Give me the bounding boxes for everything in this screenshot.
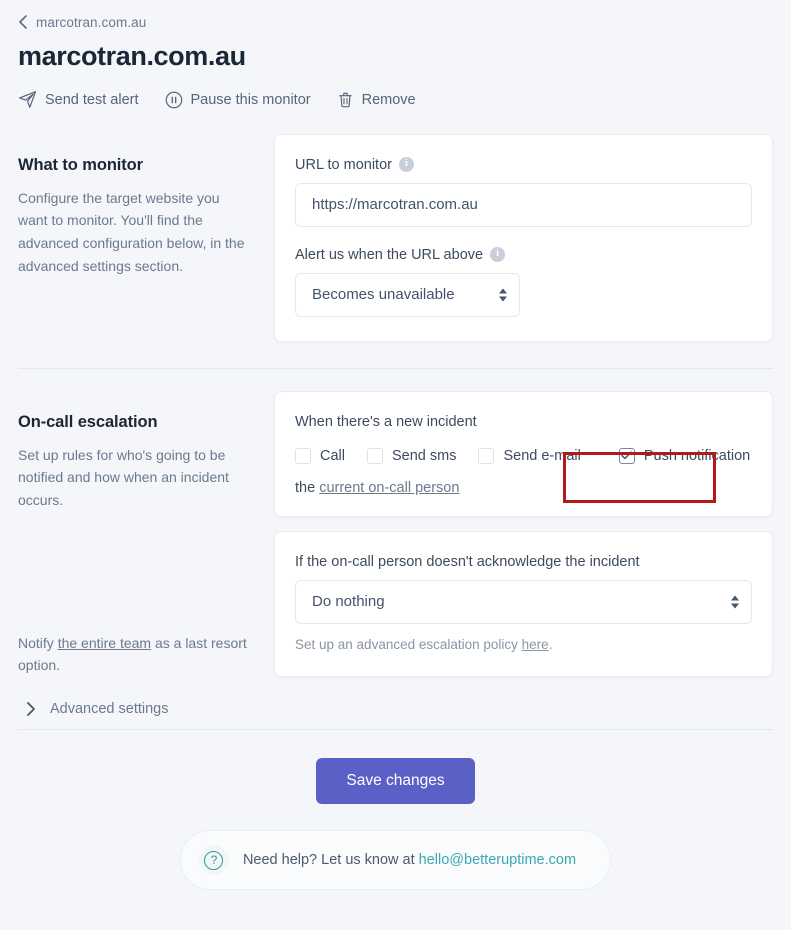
what-to-monitor-card: URL to monitor i Alert us when the URL a…: [274, 133, 773, 342]
save-button-wrap: Save changes: [18, 758, 773, 805]
on-call-title: On-call escalation: [18, 412, 158, 431]
acknowledge-card: If the on-call person doesn't acknowledg…: [274, 530, 773, 677]
save-changes-button[interactable]: Save changes: [316, 758, 475, 805]
remove-monitor-button[interactable]: Remove: [337, 91, 416, 109]
send-test-alert-button[interactable]: Send test alert: [18, 90, 139, 109]
trash-icon: [337, 91, 354, 109]
on-call-description: Set up rules for who's going to be notif…: [18, 446, 229, 509]
checkbox-send-email[interactable]: [478, 447, 495, 464]
support-email-link[interactable]: hello@betteruptime.com: [419, 852, 576, 868]
send-test-alert-label: Send test alert: [45, 91, 139, 108]
on-call-target-line: the current on-call person: [295, 480, 752, 496]
pause-circle-icon: [165, 91, 183, 109]
pause-monitor-label: Pause this monitor: [190, 91, 311, 108]
channel-push-notification[interactable]: Push notification: [618, 442, 751, 470]
channel-send-sms[interactable]: Send sms: [366, 442, 457, 470]
checkbox-call[interactable]: [295, 447, 311, 464]
notification-channels: Call Send sms Send e-mail Push notificat…: [295, 442, 752, 470]
chevron-left-icon[interactable]: [18, 15, 28, 29]
channel-call[interactable]: Call: [295, 442, 345, 470]
alert-condition-select[interactable]: Becomes unavailable: [295, 272, 520, 317]
checkbox-push-notification[interactable]: [618, 447, 635, 464]
send-icon: [18, 90, 37, 109]
url-field-label: URL to monitor: [295, 156, 392, 173]
channel-send-email[interactable]: Send e-mail: [478, 442, 581, 470]
on-call-info: On-call escalation Set up rules for who'…: [18, 391, 274, 677]
entire-team-link[interactable]: the entire team: [58, 635, 151, 651]
breadcrumb-label[interactable]: marcotran.com.au: [36, 15, 146, 30]
breadcrumb[interactable]: marcotran.com.au: [18, 0, 773, 30]
url-field-label-row: URL to monitor i: [295, 157, 752, 173]
new-incident-card: When there's a new incident Call Send sm…: [274, 390, 773, 517]
help-footer-wrap: ? Need help? Let us know at hello@better…: [18, 830, 773, 891]
page-root: marcotran.com.au marcotran.com.au Send t…: [0, 0, 791, 891]
section-divider: [18, 367, 773, 369]
help-text: Need help? Let us know at: [242, 852, 419, 869]
channel-send-email-label: Send e-mail: [503, 447, 581, 464]
section-what-to-monitor: What to monitor Configure the target web…: [18, 133, 773, 342]
advanced-divider: [18, 729, 773, 731]
help-footer: ? Need help? Let us know at hello@better…: [179, 830, 612, 891]
remove-monitor-label: Remove: [361, 91, 416, 108]
alert-condition-value[interactable]: Becomes unavailable: [295, 272, 520, 317]
on-call-cards: When there's a new incident Call Send sm…: [274, 390, 773, 677]
acknowledge-label-row: If the on-call person doesn't acknowledg…: [295, 554, 752, 570]
acknowledge-select[interactable]: Do nothing: [295, 579, 752, 624]
escalation-policy-link[interactable]: here: [522, 637, 549, 652]
channel-push-notification-label: Push notification: [643, 447, 751, 464]
alert-select-label: Alert us when the URL above: [295, 246, 484, 263]
pause-monitor-button[interactable]: Pause this monitor: [165, 91, 311, 109]
question-circle-icon: ?: [198, 845, 229, 876]
info-icon[interactable]: i: [398, 157, 414, 173]
what-to-monitor-description: Configure the target website you want to…: [18, 189, 245, 274]
page-title: marcotran.com.au: [18, 41, 246, 71]
help-text-row: Need help? Let us know at hello@betterup…: [243, 852, 576, 868]
advanced-settings-label: Advanced settings: [50, 701, 169, 718]
escalation-policy-suffix: .: [548, 636, 553, 652]
channel-call-label: Call: [320, 447, 345, 464]
escalation-policy-prefix: Set up an advanced escalation policy: [295, 636, 522, 652]
url-input[interactable]: [295, 182, 752, 227]
channel-send-sms-label: Send sms: [391, 447, 457, 464]
alert-select-label-row: Alert us when the URL above i: [295, 247, 752, 263]
acknowledge-select-value[interactable]: Do nothing: [295, 579, 752, 624]
on-call-target-prefix: the: [295, 479, 320, 496]
entire-team-note-prefix: Notify: [18, 634, 58, 651]
new-incident-label: When there's a new incident: [295, 413, 477, 430]
advanced-settings-toggle[interactable]: Advanced settings: [18, 701, 773, 717]
what-to-monitor-title: What to monitor: [18, 155, 143, 174]
info-icon[interactable]: i: [490, 247, 506, 263]
current-on-call-person-link[interactable]: current on-call person: [319, 480, 459, 496]
entire-team-note: Notify the entire team as a last resort …: [18, 632, 252, 677]
chevron-right-icon: [26, 702, 36, 716]
section-on-call-escalation: On-call escalation Set up rules for who'…: [18, 390, 773, 677]
acknowledge-label: If the on-call person doesn't acknowledg…: [295, 553, 640, 570]
checkbox-send-sms[interactable]: [366, 447, 383, 464]
what-to-monitor-card-wrap: URL to monitor i Alert us when the URL a…: [274, 133, 773, 342]
escalation-policy-helper: Set up an advanced escalation policy her…: [295, 637, 752, 652]
header-actions: Send test alert Pause this monitor Remov…: [18, 88, 773, 112]
what-to-monitor-info: What to monitor Configure the target web…: [18, 134, 274, 278]
